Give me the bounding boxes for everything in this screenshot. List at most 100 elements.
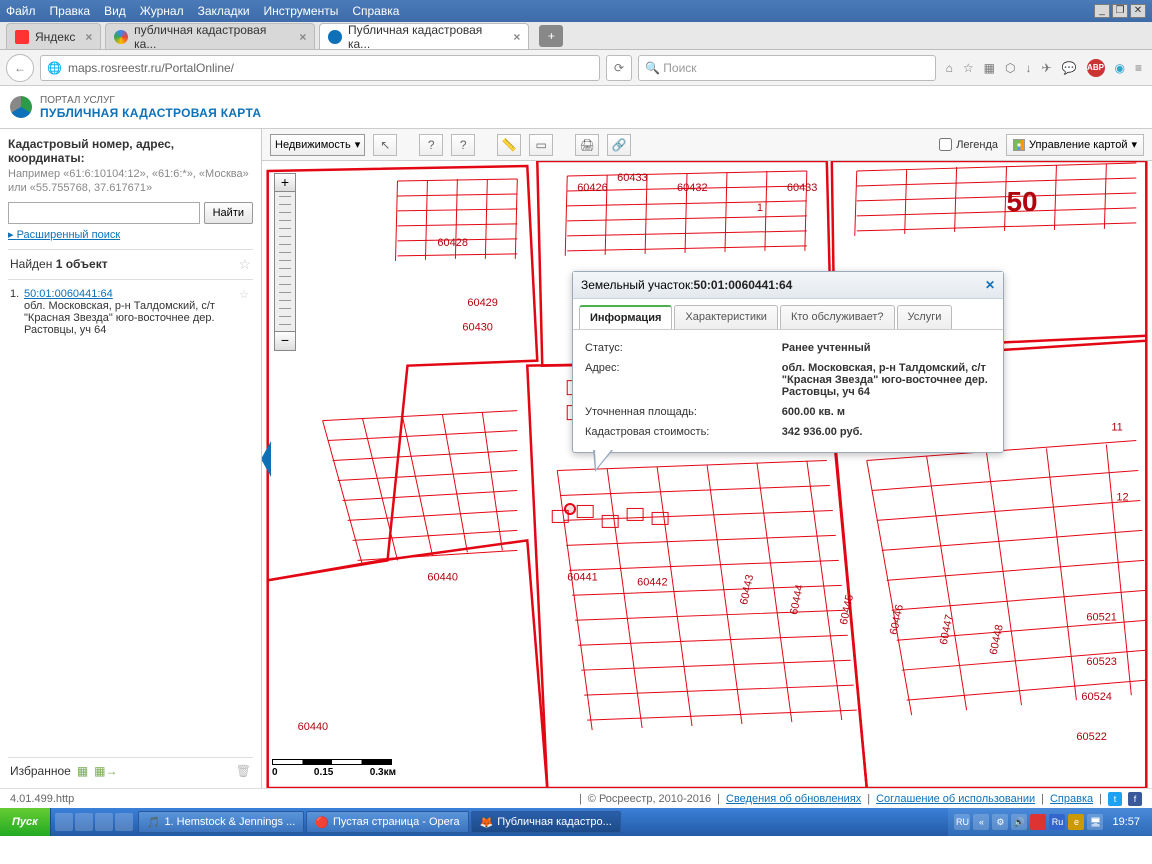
- tab-close-icon[interactable]: ×: [85, 30, 92, 44]
- chevron-down-icon: ▾: [1131, 138, 1137, 151]
- twitter-icon[interactable]: t: [1108, 792, 1122, 806]
- task-firefox[interactable]: 🦊 Публичная кадастро...: [471, 811, 621, 833]
- menu-view[interactable]: Вид: [104, 4, 126, 18]
- url-bar[interactable]: 🌐 maps.rosreestr.ru/PortalOnline/: [40, 55, 600, 81]
- task-opera[interactable]: 🔴 Пустая страница - Opera: [306, 811, 468, 833]
- send-icon[interactable]: ✈: [1041, 61, 1051, 75]
- new-tab-button[interactable]: +: [539, 25, 563, 47]
- tab-close-icon[interactable]: ×: [299, 30, 306, 44]
- restore-button[interactable]: ❐: [1112, 4, 1128, 18]
- ql-icon[interactable]: [55, 813, 73, 831]
- back-button[interactable]: ←: [6, 54, 34, 82]
- advanced-search-link[interactable]: Расширенный поиск: [8, 228, 253, 241]
- menu-icon[interactable]: ≡: [1135, 61, 1142, 75]
- copyright-text: © Росреестр, 2010-2016: [588, 793, 711, 805]
- menu-bookmarks[interactable]: Закладки: [198, 4, 250, 18]
- tab-services[interactable]: Услуги: [897, 305, 953, 329]
- browser-search[interactable]: 🔍 Поиск: [638, 55, 936, 81]
- popup-body: Статус:Ранее учтенный Адрес:обл. Московс…: [573, 330, 1003, 452]
- navbar-icons: ⌂ ☆ ▦ ⬡ ↓ ✈ 💬 ABP ◉ ≡: [942, 59, 1146, 77]
- menu-help[interactable]: Справка: [352, 4, 399, 18]
- abp-icon[interactable]: ABP: [1087, 59, 1105, 77]
- zoom-in-button[interactable]: +: [275, 174, 295, 192]
- menu-tools[interactable]: Инструменты: [264, 4, 339, 18]
- tray-icon[interactable]: «: [973, 814, 989, 830]
- zoom-out-button[interactable]: −: [275, 332, 295, 350]
- info-tool-button[interactable]: ?: [419, 134, 443, 156]
- area-tool-button[interactable]: ▭: [529, 134, 553, 156]
- chat-icon[interactable]: 💬: [1062, 61, 1077, 75]
- map-control-button[interactable]: Управление картой▾: [1006, 134, 1144, 156]
- popup-title-id: 50:01:0060441:64: [694, 278, 793, 292]
- legend-toggle[interactable]: Легенда: [939, 138, 998, 151]
- ql-icon[interactable]: [75, 813, 93, 831]
- browser-menubar: Файл Правка Вид Журнал Закладки Инструме…: [0, 0, 1152, 22]
- export-excel-icon[interactable]: ▦: [77, 764, 88, 778]
- object-type-select[interactable]: Недвижимость▾: [270, 134, 365, 156]
- tray-icon[interactable]: ⚙: [992, 814, 1008, 830]
- start-button[interactable]: Пуск: [0, 808, 51, 836]
- tab-google[interactable]: публичная кадастровая ка... ×: [105, 23, 315, 49]
- tray-icon[interactable]: e: [1068, 814, 1084, 830]
- tray-icon[interactable]: Ru: [1049, 814, 1065, 830]
- menu-file[interactable]: Файл: [6, 4, 36, 18]
- sidebar-title: Кадастровый номер, адрес, координаты:: [8, 137, 253, 165]
- result-link[interactable]: 50:01:0060441:64: [24, 288, 113, 300]
- result-item[interactable]: 1. ☆ 50:01:0060441:64 обл. Московская, р…: [8, 280, 253, 344]
- svg-text:60523: 60523: [1086, 656, 1117, 668]
- help-tool-button[interactable]: ?: [451, 134, 475, 156]
- tab-characteristics[interactable]: Характеристики: [674, 305, 778, 329]
- menu-history[interactable]: Журнал: [140, 4, 184, 18]
- print-button[interactable]: 🖨: [575, 134, 599, 156]
- updates-link[interactable]: Сведения об обновлениях: [726, 793, 861, 805]
- bookmark-icon[interactable]: ☆: [963, 61, 974, 75]
- tab-close-icon[interactable]: ×: [513, 30, 520, 44]
- svg-text:60440: 60440: [298, 721, 329, 733]
- svg-text:60441: 60441: [567, 571, 598, 583]
- facebook-icon[interactable]: f: [1128, 792, 1142, 806]
- grid-icon: [1013, 139, 1025, 151]
- tab-who-serves[interactable]: Кто обслуживает?: [780, 305, 895, 329]
- close-button[interactable]: ✕: [1130, 4, 1146, 18]
- legend-checkbox[interactable]: [939, 138, 952, 151]
- map-canvas[interactable]: 50 60426 60428 60429 60430 60432 60433 6…: [262, 161, 1152, 788]
- lang-indicator[interactable]: RU: [954, 814, 970, 830]
- downloads-icon[interactable]: ↓: [1025, 61, 1031, 75]
- find-button[interactable]: Найти: [204, 202, 253, 224]
- tray-icon[interactable]: 🖥: [1087, 814, 1103, 830]
- tray-icon[interactable]: 🔊: [1011, 814, 1027, 830]
- tray-icon[interactable]: [1030, 814, 1046, 830]
- status-value: Ранее учтенный: [780, 338, 993, 358]
- clock[interactable]: 19:57: [1106, 816, 1146, 828]
- zoom-slider[interactable]: [275, 192, 295, 332]
- agreement-link[interactable]: Соглашение об использовании: [876, 793, 1035, 805]
- menu-edit[interactable]: Правка: [50, 4, 91, 18]
- ql-icon[interactable]: [115, 813, 133, 831]
- popup-tail-icon: [593, 450, 613, 472]
- cadastral-search-input[interactable]: [8, 202, 200, 224]
- tab-yandex[interactable]: Яндекс ×: [6, 23, 101, 49]
- export-csv-icon[interactable]: ▦→: [94, 764, 117, 778]
- pocket-icon[interactable]: ⬡: [1005, 61, 1015, 75]
- delete-favorites-icon[interactable]: 🗑: [236, 764, 251, 778]
- link-button[interactable]: 🔗: [607, 134, 631, 156]
- library-icon[interactable]: ▦: [984, 61, 995, 75]
- reload-button[interactable]: ⟳: [606, 55, 632, 81]
- search-sidebar: Кадастровый номер, адрес, координаты: На…: [0, 129, 262, 788]
- help-link[interactable]: Справка: [1050, 793, 1093, 805]
- teal-icon[interactable]: ◉: [1115, 61, 1125, 75]
- pointer-tool-button[interactable]: ↖: [373, 134, 397, 156]
- minimize-button[interactable]: _: [1094, 4, 1110, 18]
- result-star-icon[interactable]: ☆: [239, 288, 249, 301]
- favorite-all-icon[interactable]: ☆: [238, 256, 251, 273]
- url-text: maps.rosreestr.ru/PortalOnline/: [68, 61, 234, 75]
- tab-rosreestr[interactable]: Публичная кадастровая ка... ×: [319, 23, 529, 49]
- map-toolbar: Недвижимость▾ ↖ ? ? 📏 ▭ 🖨 🔗 Легенда Упра…: [262, 129, 1152, 161]
- home-icon[interactable]: ⌂: [946, 61, 953, 75]
- ql-icon[interactable]: [95, 813, 113, 831]
- status-label: Статус:: [583, 338, 780, 358]
- tab-info[interactable]: Информация: [579, 305, 672, 329]
- measure-tool-button[interactable]: 📏: [497, 134, 521, 156]
- task-winamp[interactable]: 🎵 1. Hemstock & Jennings ...: [138, 811, 305, 833]
- popup-close-button[interactable]: ✕: [985, 278, 995, 292]
